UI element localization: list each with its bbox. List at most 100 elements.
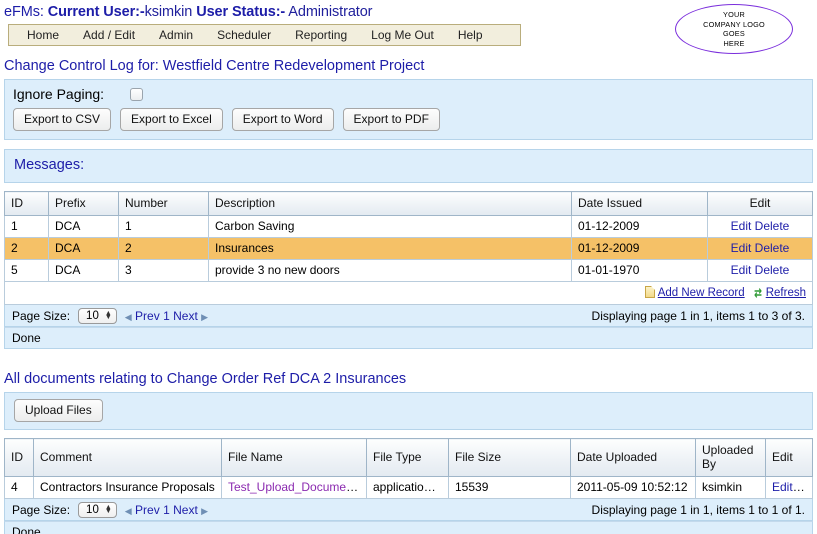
export-to-excel-button[interactable]: Export to Excel [120,108,223,131]
prev-page-link[interactable]: Prev [135,503,160,517]
export-to-csv-button[interactable]: Export to CSV [13,108,112,131]
user-status-value: Administrator [288,4,373,20]
table-actions-cell: Add New Record ⇄ Refresh [4,281,813,305]
pager-nav-links: ◀ Prev 1 Next ▶ [125,309,208,323]
cell-id: 5 [4,259,49,282]
next-page-link[interactable]: Next [173,503,198,517]
documents-title: All documents relating to Change Order R… [4,371,407,387]
cell-file-type: application/x-pdf [366,476,449,499]
current-user-label: Current User:- [47,4,145,20]
table-row[interactable]: 2 DCA 2 Insurances 01-12-2009 Edit Delet… [4,237,813,260]
next-page-link[interactable]: Next [173,309,198,323]
change-log-title: Change Control Log for: Westfield Centre… [4,58,425,74]
prev-arrow-icon: ◀ [124,505,132,516]
cell-number: 1 [118,215,209,238]
prev-page-link[interactable]: Prev [135,309,160,323]
user-status-label: User Status:- [196,4,286,20]
column-header-comment: Comment [33,438,222,477]
logo-line-4: HERE [723,38,745,48]
nav-item-home[interactable]: Home [9,28,71,42]
page-size-label: Page Size: [12,502,71,517]
page-size-select[interactable]: 10 ▲ ▼ [78,307,117,324]
status-text: Done [12,525,41,534]
nav-item-add-edit[interactable]: Add / Edit [71,28,147,42]
page-size-value: 10 [86,309,99,322]
page-number-link[interactable]: 1 [163,309,170,323]
nav-item-scheduler[interactable]: Scheduler [205,28,283,42]
current-user-value: ksimkin [144,4,193,20]
cell-id: 4 [4,476,34,499]
table-row[interactable]: 5 DCA 3 provide 3 no new doors 01-01-197… [4,259,813,282]
edit-link[interactable]: Edit [731,219,752,233]
cell-edit-actions: Edit Delete [765,476,813,499]
status-text: Done [12,331,41,345]
upload-panel: Upload Files [4,392,813,430]
delete-link[interactable]: Delete [755,241,790,255]
edit-link[interactable]: Edit [731,263,752,277]
document-icon [644,286,655,298]
logo-line-1: YOUR [723,10,745,19]
column-header-prefix: Prefix [48,191,119,216]
table-header-row: ID Prefix Number Description Date Issued… [4,191,813,216]
stepper-arrows-icon: ▲ ▼ [104,309,112,321]
cell-number: 3 [118,259,209,282]
prev-arrow-icon: ◀ [124,311,132,322]
cell-id: 1 [4,215,49,238]
add-new-record-link[interactable]: Add New Record [658,287,745,299]
cell-date-issued: 01-12-2009 [571,215,708,238]
nav-item-admin[interactable]: Admin [147,28,205,42]
nav-item-reporting[interactable]: Reporting [283,28,359,42]
refresh-link[interactable]: Refresh [766,287,806,299]
pager-status-text: Displaying page 1 in 1, items 1 to 3 of … [591,308,805,323]
nav-item-log-me-out[interactable]: Log Me Out [359,28,446,42]
page-size-label: Page Size: [12,308,71,323]
documents-table: ID Comment File Name File Type File Size… [4,438,813,499]
page-size-select[interactable]: 10 ▲ ▼ [78,501,117,518]
column-header-file-type: File Type [366,438,449,477]
column-header-id: ID [4,191,49,216]
page-root: eFMs: Current User:-ksimkin User Status:… [0,0,817,534]
export-to-pdf-button[interactable]: Export to PDF [342,108,440,131]
change-log-pager: Page Size: 10 ▲ ▼ ◀ Prev 1 Next ▶ Display… [4,305,813,327]
nav-item-help[interactable]: Help [446,28,495,42]
documents-status-bar: Done [4,521,813,534]
export-to-word-button[interactable]: Export to Word [231,108,334,131]
next-arrow-icon: ▶ [201,311,209,322]
page-number-link[interactable]: 1 [163,503,170,517]
ignore-paging-checkbox[interactable] [130,87,144,101]
cell-comment: Contractors Insurance Proposals [33,476,222,499]
delete-link[interactable]: Delete [755,219,790,233]
table-row[interactable]: 4 Contractors Insurance Proposals Test_U… [4,476,813,499]
cell-edit-actions: Edit Delete [707,259,813,282]
stepper-arrows-icon: ▲ ▼ [104,503,112,515]
app-header: eFMs: Current User:-ksimkin User Status:… [0,0,817,54]
delete-link[interactable]: Delete [755,263,790,277]
cell-description: Insurances [208,237,572,260]
table-row[interactable]: 1 DCA 1 Carbon Saving 01-12-2009 Edit De… [4,215,813,238]
column-header-file-name: File Name [221,438,367,477]
column-header-id: ID [4,438,34,477]
edit-link[interactable]: Edit [772,480,805,494]
file-name-link[interactable]: Test_Upload_Document.pdf [228,480,366,494]
change-log-table: ID Prefix Number Description Date Issued… [4,191,813,305]
cell-prefix: DCA [48,259,119,282]
table-header-row: ID Comment File Name File Type File Size… [4,438,813,477]
cell-date-uploaded: 2011-05-09 10:52:12 [570,476,696,499]
messages-panel: Messages: [4,149,813,183]
cell-date-issued: 01-01-1970 [571,259,708,282]
cell-file-name: Test_Upload_Document.pdf [221,476,367,499]
column-header-number: Number [118,191,209,216]
upload-files-button[interactable]: Upload Files [14,399,103,422]
cell-description: Carbon Saving [208,215,572,238]
column-header-description: Description [208,191,572,216]
edit-link[interactable]: Edit [731,241,752,255]
refresh-icon: ⇄ [753,286,762,300]
company-logo: YOUR COMPANY LOGO GOES HERE [675,4,793,54]
column-header-edit: Edit [765,438,813,477]
cell-file-size: 15539 [448,476,571,499]
cell-prefix: DCA [48,237,119,260]
change-log-status-bar: Done [4,327,813,349]
app-name: eFMs: [4,4,44,20]
messages-title: Messages: [14,157,85,173]
pager-nav-links: ◀ Prev 1 Next ▶ [125,503,208,517]
